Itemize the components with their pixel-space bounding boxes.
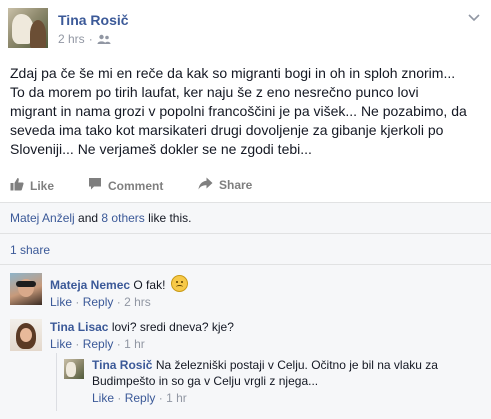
like-button[interactable]: Like <box>10 177 54 194</box>
share-label: Share <box>219 178 253 192</box>
comment-content: Mateja Nemec O fak! Like · Reply · 2 hrs <box>50 275 480 310</box>
comment-button[interactable]: Comment <box>88 177 163 194</box>
likes-and: and <box>78 211 99 225</box>
comment-body: O fak! <box>133 278 166 292</box>
comment-meta: Like · Reply · 1 hr <box>50 336 480 352</box>
post-timestamp[interactable]: 2 hrs <box>58 32 85 46</box>
reply-time[interactable]: 1 hr <box>166 391 187 405</box>
reply-like-link[interactable]: Like <box>92 391 114 405</box>
comment-like-link[interactable]: Like <box>50 295 72 309</box>
shares-count-link[interactable]: 1 share <box>10 243 50 257</box>
post-author-name[interactable]: Tina Rosič <box>58 12 129 28</box>
likes-suffix: like this. <box>148 211 192 225</box>
like-label: Like <box>30 178 55 193</box>
author-avatar[interactable] <box>8 8 48 48</box>
comment-meta: Like · Reply · 2 hrs <box>50 294 480 310</box>
others-likers-link[interactable]: 8 others <box>101 211 144 225</box>
comment-item: Mateja Nemec O fak! Like · Reply · 2 hrs <box>0 265 491 311</box>
meta-sep: · <box>158 391 163 405</box>
commenter-avatar[interactable] <box>10 273 42 305</box>
post-text: Zdaj pa če še mi en reče da kak so migra… <box>10 65 467 157</box>
share-arrow-icon <box>198 177 213 193</box>
comment-author[interactable]: Tina Lisac <box>50 320 108 334</box>
comments-section: Mateja Nemec O fak! Like · Reply · 2 hrs… <box>0 264 491 419</box>
comment-body: lovi? sredi dneva? kje? <box>111 320 234 334</box>
reply-meta: Like · Reply · 1 hr <box>92 390 482 406</box>
reply-item: Tina Rosič Na železniški postaji v Celju… <box>0 353 491 413</box>
comment-label: Comment <box>108 178 164 193</box>
comment-bubble-icon <box>88 177 102 194</box>
post-meta: 2 hrs · <box>58 32 111 47</box>
avatar-person-shape <box>30 20 46 48</box>
comment-content: Tina Lisac lovi? sredi dneva? kje? Like … <box>50 319 480 352</box>
reply-body: Na železniški postaji v Celju. Očitno je… <box>155 358 438 372</box>
reply-content: Tina Rosič Na železniški postaji v Celju… <box>92 357 482 406</box>
comment-reply-link[interactable]: Reply <box>83 295 114 309</box>
disappointed-face-emoji-icon <box>170 275 188 292</box>
post-header: Tina Rosič 2 hrs · <box>0 0 491 56</box>
meta-separator: · <box>88 32 93 46</box>
reply-reply-link[interactable]: Reply <box>125 391 156 405</box>
thumbs-up-icon <box>10 177 24 194</box>
reply-author-avatar[interactable] <box>64 359 84 379</box>
meta-sep: · <box>116 337 121 351</box>
comment-like-link[interactable]: Like <box>50 337 72 351</box>
meta-sep: · <box>116 295 121 309</box>
comment-item: Tina Lisac lovi? sredi dneva? kje? Like … <box>0 313 491 355</box>
comment-reply-link[interactable]: Reply <box>83 337 114 351</box>
comment-time[interactable]: 2 hrs <box>124 295 151 309</box>
likes-summary-text: Matej Anželj and 8 others like this. <box>10 211 191 225</box>
reply-body-continued: Budimpešto in so ga v Celju vrgli z njeg… <box>92 374 319 388</box>
post-actions-bar: Like Comment Share <box>10 174 482 196</box>
meta-sep: · <box>75 337 80 351</box>
friends-audience-icon[interactable] <box>97 33 111 47</box>
shares-row: 1 share <box>0 233 491 264</box>
comment-author[interactable]: Mateja Nemec <box>50 278 130 292</box>
meta-sep: · <box>75 295 80 309</box>
share-button[interactable]: Share <box>198 177 252 193</box>
liker-name-link[interactable]: Matej Anželj <box>10 211 75 225</box>
reply-author[interactable]: Tina Rosič <box>92 358 152 372</box>
likes-summary-row: Matej Anželj and 8 others like this. <box>0 202 491 233</box>
commenter-avatar[interactable] <box>10 319 42 351</box>
meta-sep: · <box>117 391 122 405</box>
post-options-chevron-down-icon[interactable] <box>467 12 481 26</box>
comment-time[interactable]: 1 hr <box>124 337 145 351</box>
